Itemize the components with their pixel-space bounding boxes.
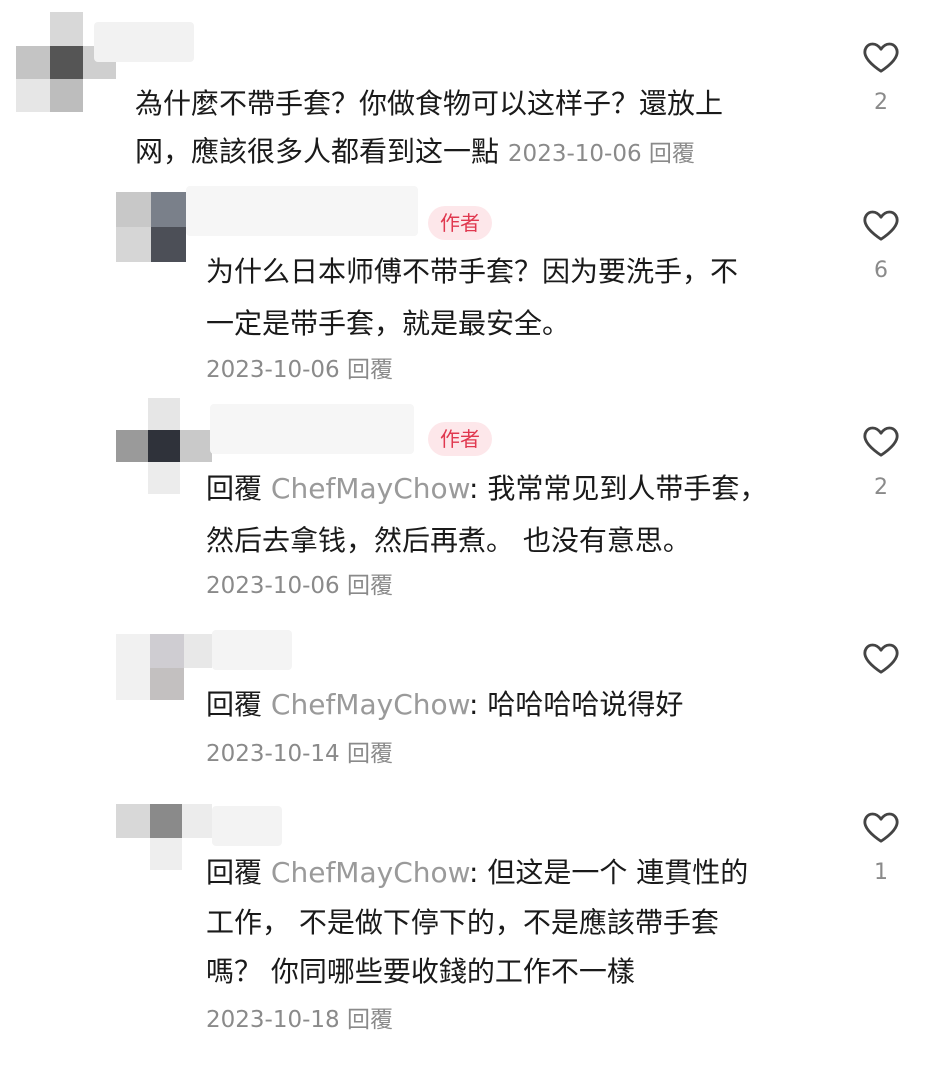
comment-date: 2023-10-14 — [206, 741, 340, 767]
reply-button[interactable]: 回覆 — [649, 141, 695, 167]
comment-text-line: 然后去拿钱，然后再煮。 也没有意思。 — [206, 524, 691, 557]
like-count: 2 — [874, 90, 888, 115]
comment-text-line: 一定是带手套，就是最安全。 — [206, 307, 571, 340]
reply-button[interactable]: 回覆 — [347, 741, 393, 767]
comment-meta: 2023-10-06 回覆 — [206, 355, 393, 385]
avatar[interactable] — [116, 192, 186, 262]
like-count: 6 — [874, 258, 888, 283]
comment-text-line: 为什么日本师傅不带手套？因为要洗手，不 — [206, 255, 739, 288]
reply-button[interactable]: 回覆 — [347, 357, 393, 383]
username[interactable] — [186, 186, 418, 236]
avatar[interactable] — [116, 600, 212, 700]
mention-link[interactable]: ChefMayChow — [271, 688, 469, 721]
author-badge: 作者 — [428, 206, 492, 240]
comment-meta: 2023-10-18 回覆 — [206, 1005, 393, 1035]
reply-button[interactable]: 回覆 — [347, 1007, 393, 1033]
reply-prefix: 回覆 — [206, 856, 263, 889]
comment-text-line: 回覆 ChefMayChow: 我常常见到人带手套， — [206, 461, 767, 517]
comment-text-line: 回覆 ChefMayChow: 哈哈哈哈说得好 — [206, 677, 683, 733]
username[interactable] — [94, 22, 194, 62]
username[interactable] — [212, 630, 292, 670]
author-badge: 作者 — [428, 422, 492, 456]
mention-link[interactable]: ChefMayChow — [271, 472, 469, 505]
mention-link[interactable]: ChefMayChow — [271, 856, 469, 889]
avatar[interactable] — [116, 398, 212, 494]
username[interactable] — [212, 806, 282, 846]
comment-text: : 哈哈哈哈说得好 — [469, 688, 684, 721]
heart-outline-icon[interactable] — [861, 205, 901, 245]
reply-prefix: 回覆 — [206, 472, 263, 505]
comment-text-line: 工作， 不是做下停下的，不是應該帶手套 — [206, 906, 719, 939]
comment-text-line: 网，應該很多人都看到这一點 2023-10-06 回覆 — [135, 124, 695, 180]
comment-text-line: 回覆 ChefMayChow: 但这是一个 連貫性的 — [206, 845, 748, 901]
comment-date: 2023-10-06 — [206, 573, 340, 599]
heart-outline-icon[interactable] — [861, 807, 901, 847]
comment-meta: 2023-10-14 回覆 — [206, 739, 393, 769]
like-count: 2 — [874, 475, 888, 500]
reply-prefix: 回覆 — [206, 688, 263, 721]
username[interactable] — [210, 404, 414, 454]
comment-date: 2023-10-06 — [206, 357, 340, 383]
like-count: 1 — [874, 860, 888, 885]
comment-text: : 但这是一个 連貫性的 — [469, 856, 749, 889]
heart-outline-icon[interactable] — [861, 421, 901, 461]
comment-meta: 2023-10-06 回覆 — [206, 571, 393, 601]
comment-date: 2023-10-18 — [206, 1007, 340, 1033]
comment-text: 网，應該很多人都看到这一點 — [135, 135, 500, 168]
avatar[interactable] — [116, 770, 212, 870]
comment-date: 2023-10-06 — [507, 141, 642, 167]
reply-button[interactable]: 回覆 — [347, 573, 393, 599]
comment-text-line: 嗎？ 你同哪些要收錢的工作不一樣 — [206, 955, 635, 988]
comment-text: : 我常常见到人带手套， — [469, 472, 768, 505]
heart-outline-icon[interactable] — [861, 638, 901, 678]
heart-outline-icon[interactable] — [861, 37, 901, 77]
comment-meta: 2023-10-06 回覆 — [508, 141, 695, 167]
